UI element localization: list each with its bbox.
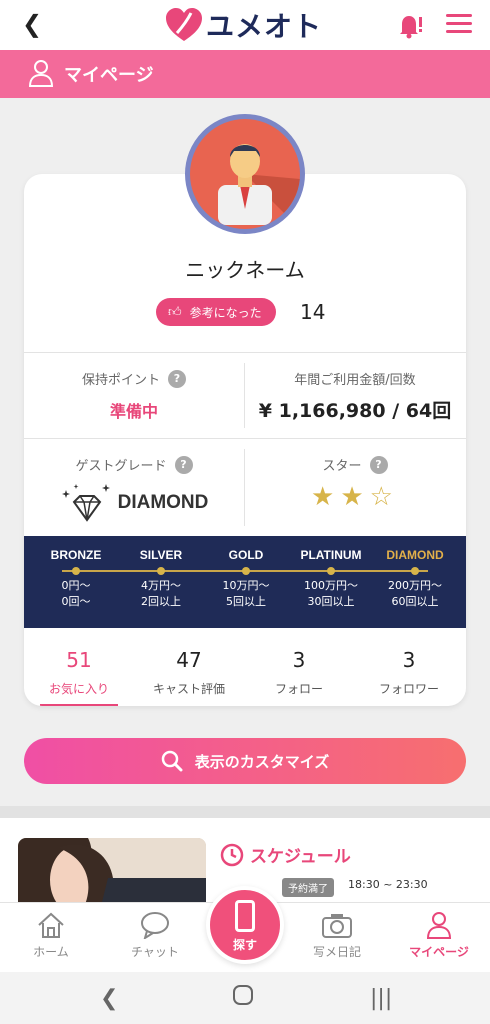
diamond-gem-icon [61, 484, 110, 522]
nav-photo-diary[interactable]: 写メ日記 [292, 911, 382, 960]
nav-chat-label: チャット [131, 945, 179, 959]
nav-chat[interactable]: チャット [110, 911, 200, 960]
active-tab-underline [40, 704, 118, 706]
points-value: 準備中 [109, 402, 158, 421]
camera-icon [322, 914, 352, 938]
smartphone-icon [235, 900, 255, 932]
nickname: ニックネーム [185, 258, 305, 282]
grade-col-platinum: PLATINUM 100万円〜 30回以上 [300, 548, 362, 608]
star-filled-icon: ★ [311, 482, 341, 512]
status-badge: 予約満了 [282, 878, 334, 897]
stat-followers[interactable]: 3 フォロワー [354, 628, 464, 697]
top-bar: ❮ ユメオト [0, 0, 490, 50]
user-icon [28, 60, 54, 87]
star-filled-icon: ★ [340, 482, 370, 512]
chat-bubble-icon [141, 912, 169, 939]
points-row: 保持ポイント ? 準備中 年間ご利用金額/回数 ¥ 1,166,980 / 64… [24, 352, 466, 438]
brand-logo[interactable]: ユメオト [164, 6, 322, 44]
star-help-icon[interactable]: ? [369, 455, 388, 474]
brand-name: ユメオト [206, 10, 323, 43]
grade-row: ゲストグレード ? DIAMOND スター ? ★★☆ [24, 438, 466, 536]
system-nav-bar: ❮ ||| [0, 972, 490, 1024]
search-icon [161, 750, 183, 772]
nav-mypage[interactable]: マイページ [394, 911, 484, 960]
stat-favorites[interactable]: 51 お気に入り [24, 628, 134, 697]
profile-card: ニックネーム 👍︎ 参考になった 14 保持ポイント ? 準備中 年間ご利用金額… [24, 174, 466, 706]
system-recents-icon[interactable]: ||| [370, 986, 392, 1011]
heart-logo-icon [166, 8, 202, 41]
nav-home[interactable]: ホーム [6, 911, 96, 960]
schedule-title: スケジュール [250, 847, 351, 867]
star-empty-icon: ☆ [369, 482, 399, 512]
clock-icon [220, 843, 244, 866]
annual-cell: 年間ご利用金額/回数 ¥ 1,166,980 / 64回 [245, 353, 465, 438]
system-back-icon[interactable]: ❮ [100, 986, 118, 1011]
stat-cast-reviews[interactable]: 47 キャスト評価 [134, 628, 244, 697]
page-title-bar: マイページ [0, 50, 490, 98]
grade-value: DIAMOND [117, 492, 209, 513]
points-label: 保持ポイント [81, 373, 160, 388]
back-icon[interactable]: ❮ [22, 10, 42, 38]
grade-label: ゲストグレード [75, 459, 167, 474]
grade-col-bronze: BRONZE 0円〜 0回〜 [50, 548, 102, 608]
helpful-label: 参考になった [189, 305, 262, 320]
customize-label: 表示のカスタマイズ [194, 752, 330, 771]
stats-row: 51 お気に入り 47 キャスト評価 3 フォロー 3 フォロワー [24, 628, 466, 706]
search-fab-button[interactable]: 探す [206, 886, 284, 964]
search-fab-label: 探す [232, 938, 257, 952]
home-icon [38, 912, 64, 938]
notification-bell-icon[interactable] [396, 12, 424, 40]
system-home-icon[interactable] [232, 984, 254, 1012]
customize-display-button[interactable]: 表示のカスタマイズ [24, 738, 466, 784]
points-help-icon[interactable]: ? [168, 369, 186, 388]
nav-home-label: ホーム [33, 945, 69, 959]
grade-cell: ゲストグレード ? DIAMOND [24, 439, 244, 536]
section-divider [0, 806, 490, 818]
annual-label: 年間ご利用金額/回数 [294, 373, 416, 388]
grade-table: BRONZE 0円〜 0回〜 SILVER 4万円〜 2回以上 GOLD 10万… [24, 536, 466, 628]
hamburger-menu-icon[interactable] [446, 14, 472, 36]
thumbs-up-icon: 👍︎ [168, 304, 182, 320]
annual-value: ¥ 1,166,980 / 64回 [258, 400, 452, 422]
grade-help-icon[interactable]: ? [174, 455, 193, 474]
helpful-badge[interactable]: 👍︎ 参考になった [156, 298, 276, 326]
page-title: マイページ [64, 65, 154, 86]
grade-col-gold: GOLD 10万円〜 5回以上 [222, 548, 270, 608]
star-rating: ★★☆ [245, 482, 465, 512]
schedule-time: 18:30 ~ 23:30 [348, 878, 428, 891]
user-icon [426, 912, 452, 939]
stat-following[interactable]: 3 フォロー [244, 628, 354, 697]
nav-mypage-label: マイページ [409, 945, 469, 959]
avatar[interactable] [185, 114, 305, 234]
nav-photo-diary-label: 写メ日記 [312, 945, 361, 959]
points-cell: 保持ポイント ? 準備中 [24, 353, 244, 438]
star-cell: スター ? ★★☆ [245, 439, 465, 536]
grade-col-silver: SILVER 4万円〜 2回以上 [139, 548, 183, 608]
star-label: スター [322, 459, 362, 474]
grade-col-diamond: DIAMOND 200万円〜 60回以上 [386, 548, 444, 608]
avatar-man-icon [218, 144, 300, 229]
helpful-count: 14 [300, 300, 326, 324]
